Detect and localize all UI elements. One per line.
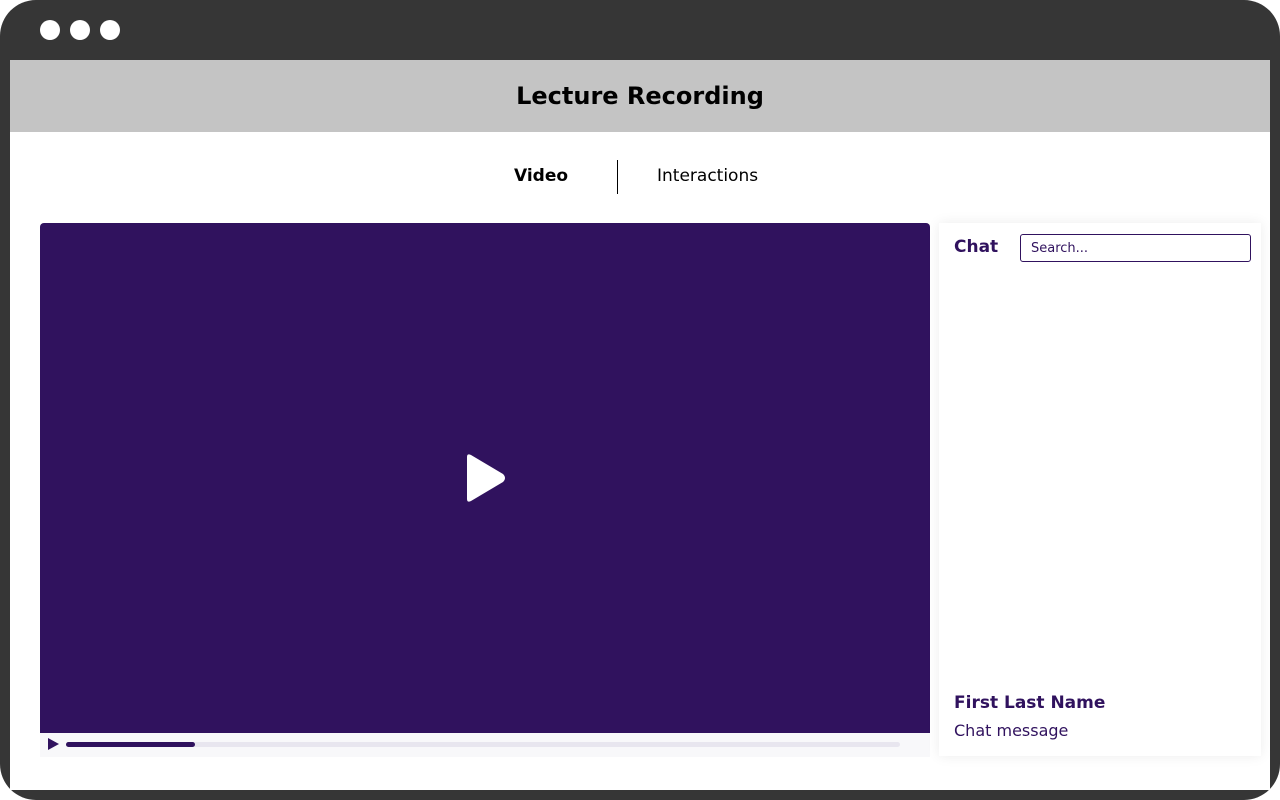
- window-dot-maximize[interactable]: [100, 20, 120, 40]
- chat-panel: Chat First Last Name Chat message: [939, 223, 1261, 756]
- chat-message-author: First Last Name: [954, 693, 1106, 713]
- chat-search-input[interactable]: [1020, 234, 1251, 262]
- window-dot-minimize[interactable]: [70, 20, 90, 40]
- tab-bar: Video Interactions: [10, 160, 1270, 194]
- play-button-icon[interactable]: [48, 738, 59, 750]
- page-title: Lecture Recording: [10, 60, 1270, 132]
- window-frame: Lecture Recording Video Interactions Cha…: [0, 0, 1280, 800]
- progress-fill: [66, 742, 196, 747]
- tab-interactions[interactable]: Interactions: [657, 166, 758, 186]
- tab-divider: [617, 160, 618, 194]
- chat-message-text: Chat message: [954, 721, 1069, 740]
- play-icon[interactable]: [463, 453, 507, 503]
- chat-title: Chat: [954, 237, 999, 257]
- tab-video[interactable]: Video: [514, 166, 568, 186]
- window-dot-close[interactable]: [40, 20, 60, 40]
- video-player[interactable]: [40, 223, 930, 733]
- video-controls: [40, 733, 930, 757]
- progress-bar[interactable]: [66, 742, 900, 747]
- app-screen: Lecture Recording Video Interactions Cha…: [10, 60, 1270, 790]
